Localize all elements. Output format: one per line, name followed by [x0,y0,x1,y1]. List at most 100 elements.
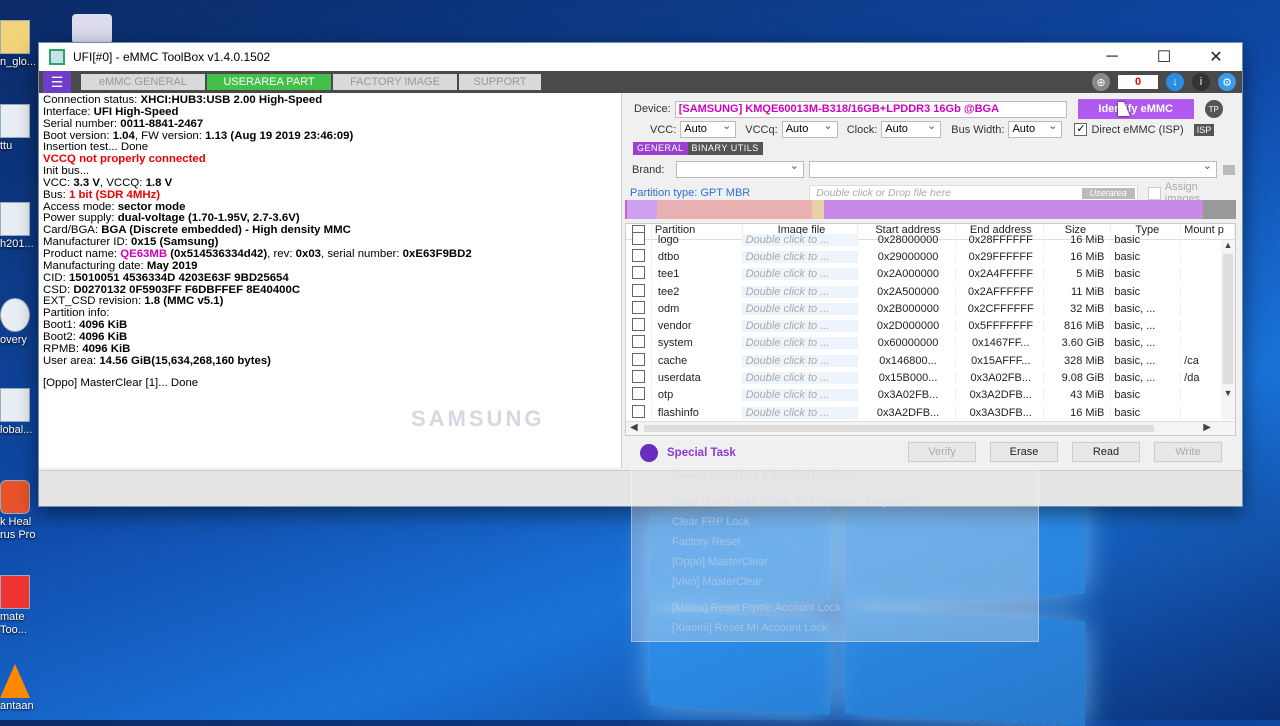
menu-item[interactable]: [Meizu] Reset Flyme Account Lock [672,602,841,614]
checkbox[interactable] [631,335,645,349]
menu-item[interactable]: Clear FRP Lock [672,516,749,528]
folder-icon[interactable] [1223,164,1235,175]
partition-name: flashinfo [652,406,743,419]
image-file-cell[interactable]: Double click to ... [742,372,859,385]
desktop-icon[interactable] [72,14,112,44]
table-row[interactable]: otp Double click to ... 0x3A02FB... 0x3A2DF… [626,387,1235,404]
checkbox[interactable] [631,266,645,280]
row-checkbox[interactable] [626,387,652,404]
image-file-cell[interactable]: Double click to ... [742,233,859,246]
table-row[interactable]: tee2 Double click to ... 0x2A500000 0x2AFFF… [626,283,1235,300]
menu-item[interactable]: Clear User Locks (Code, PIN, Gesture, Fi… [672,496,921,508]
tab-userarea-part[interactable]: USERAREA PART [207,74,331,90]
row-checkbox[interactable] [626,335,652,352]
table-row[interactable]: logo Double click to ... 0x28000000 0x28FFF… [626,231,1235,248]
start-address: 0x3A2DFB... [858,406,956,419]
drop-file-field[interactable]: Double click or Drop file here Userarea [809,184,1138,202]
partition-name: odm [652,302,743,315]
image-file-cell[interactable]: Double click to ... [742,337,859,350]
isp-icon[interactable]: ISP [1193,123,1215,136]
checkbox[interactable] [631,231,645,245]
row-checkbox[interactable] [626,352,652,369]
clock-select[interactable]: Auto [881,119,942,138]
menu-item[interactable]: [Oppo] MasterClear [672,556,768,568]
table-row[interactable]: dtbo Double click to ... 0x29000000 0x29FFF… [626,248,1235,265]
menu-item[interactable]: Resize User Data & Realign Partitions [672,470,858,482]
tp-icon[interactable]: TP [1204,100,1223,118]
start-address: 0x15B000... [858,372,956,385]
table-row[interactable]: vendor Double click to ... 0x2D000000 0x5FF… [626,317,1235,335]
direct-emmc-checkbox[interactable]: ✓ [1074,123,1088,136]
row-checkbox[interactable] [626,248,652,265]
table-row[interactable]: system Double click to ... 0x60000000 0x146… [626,335,1235,352]
subtab-general[interactable]: GENERAL [633,142,688,155]
vccq-select[interactable]: Auto [781,119,838,138]
read-button[interactable]: Read [1072,442,1140,462]
checkbox[interactable] [631,352,645,366]
checkbox[interactable] [631,300,645,314]
hamburger-menu-icon[interactable]: ☰ [43,71,71,93]
menu-item[interactable]: [Vivo] MasterClear [672,576,762,588]
checkbox[interactable] [631,318,645,332]
image-file-cell[interactable]: Double click to ... [742,285,859,298]
image-file-cell[interactable]: Double click to ... [742,406,859,419]
gear-icon[interactable]: ⚙ [1218,73,1236,91]
row-checkbox[interactable] [626,404,652,421]
bus-width-select[interactable]: Auto [1008,119,1063,138]
write-button[interactable]: Write [1154,442,1222,462]
partition-name: tee1 [652,268,743,281]
tab-factory-image[interactable]: FACTORY IMAGE [333,74,457,90]
subtab-binary-utils[interactable]: BINARY UTILS [687,142,763,155]
image-file-cell[interactable]: Double click to ... [742,268,859,281]
checkbox[interactable] [631,283,645,297]
col-mount-point[interactable]: Mount p [1181,224,1235,239]
verify-button[interactable]: Verify [908,442,976,462]
row-checkbox[interactable] [626,318,652,335]
vertical-scrollbar[interactable]: ▲ ▼ [1221,240,1235,420]
brand-select[interactable] [676,159,804,178]
maximize-button[interactable]: ☐ [1138,43,1190,71]
menu-item[interactable]: [Xiaomi] Reset MI Account Lock [672,622,827,634]
table-row[interactable]: cache Double click to ... 0x146800... 0x15A… [626,352,1235,369]
tab-emmc-general[interactable]: eMMC GENERAL [81,74,205,90]
table-row[interactable]: odm Double click to ... 0x2B000000 0x2CFFFF… [626,300,1235,317]
row-checkbox[interactable] [626,300,652,317]
start-address: 0x2A000000 [858,268,956,281]
start-address: 0x2B000000 [858,302,956,315]
image-file-cell[interactable]: Double click to ... [742,250,859,263]
image-file-cell[interactable]: Double click to ... [742,389,859,402]
image-file-cell[interactable]: Double click to ... [742,354,859,367]
row-checkbox[interactable] [626,370,652,387]
checkbox[interactable] [631,387,645,401]
close-button[interactable]: ✕ [1190,43,1242,71]
desktop-icon[interactable]: mate Too... [0,575,44,637]
info-icon[interactable]: i [1192,73,1210,91]
erase-button[interactable]: Erase [990,442,1058,462]
menu-item[interactable]: Factory Reset [672,536,740,548]
title-bar[interactable]: UFI[#0] - eMMC ToolBox v1.4.0.1502 ─ ☐ ✕ [39,43,1242,71]
row-checkbox[interactable] [626,283,652,300]
checkbox[interactable] [631,370,645,384]
tab-support[interactable]: SUPPORT [459,74,541,90]
assign-images-checkbox[interactable] [1147,186,1161,200]
image-file-cell[interactable]: Double click to ... [742,302,859,315]
table-row[interactable]: userdata Double click to ... 0x15B000... 0x… [626,369,1235,387]
image-file-cell[interactable]: Double click to ... [742,320,859,333]
row-checkbox[interactable] [626,231,652,248]
download-icon[interactable]: ↓ [1166,73,1184,91]
special-task-button[interactable]: Special Task [640,444,736,462]
table-row[interactable]: tee1 Double click to ... 0x2A000000 0x2A4FF… [626,266,1235,283]
network-icon[interactable]: ⊕ [1092,73,1110,91]
horizontal-scrollbar[interactable]: ◀ ▶ [626,421,1235,435]
device-field[interactable]: [SAMSUNG] KMQE60013M-B318/16GB+LPDDR3 16… [674,100,1067,118]
vcc-select[interactable]: Auto [680,119,737,138]
checkbox[interactable] [631,248,645,262]
table-row[interactable]: flashinfo Double click to ... 0x3A2DFB... 0… [626,404,1235,421]
checkbox[interactable] [631,404,645,418]
desktop-icon-label: lobal... [0,424,33,436]
minimize-button[interactable]: ─ [1086,43,1138,71]
identify-emmc-button[interactable]: Identify eMMC [1077,99,1194,119]
row-checkbox[interactable] [626,266,652,283]
desktop-icon[interactable]: antaan [0,664,44,713]
file-path-select[interactable] [809,159,1217,178]
